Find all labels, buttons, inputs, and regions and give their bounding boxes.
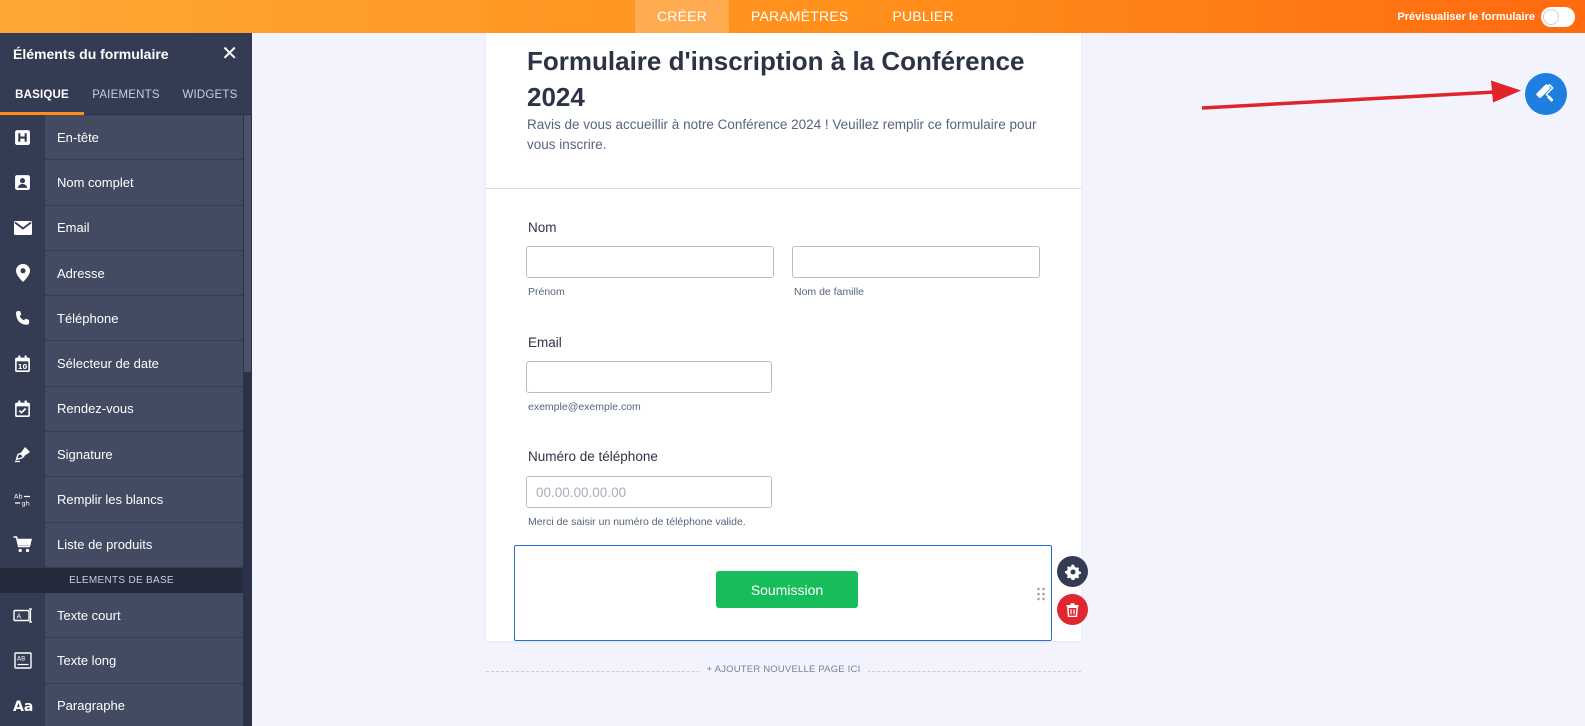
submit-block-selected[interactable]: Soumission [514,545,1052,641]
sidebar-item-label: Rendez-vous [57,401,134,417]
sidebar-item-label: Email [57,220,90,236]
close-icon[interactable]: ✕ [221,44,238,64]
sidebar-tabs: BASIQUE PAIEMENTS WIDGETS [0,75,252,115]
long-text-icon: AB [13,652,32,669]
last-name-field[interactable] [792,246,1040,278]
phone-icon [16,310,30,325]
sidebar-item-email[interactable]: Email [0,205,243,251]
sidebar-item-liste-de-produits[interactable]: Liste de produits [0,522,243,568]
envelope-icon [13,220,32,235]
short-text-icon: A [12,608,32,623]
preview-form-toggle[interactable] [1541,6,1575,27]
sidebar-item-label: Téléphone [57,310,119,326]
pen-nib-icon [14,447,30,463]
email-sublabel: exemple@exemple.com [528,401,641,413]
svg-text:Aa: Aa [13,699,33,713]
name-label: Nom [528,220,557,235]
svg-text:10: 10 [18,362,28,370]
trash-icon [1066,602,1079,617]
first-name-field[interactable] [526,246,774,278]
top-nav: CRÉER PARAMÈTRES PUBLIER [635,0,976,33]
sidebar-item-rendez-vous[interactable]: Rendez-vous [0,386,243,433]
sidebar-item-telephone[interactable]: Téléphone [0,296,243,342]
calendar-check-icon [15,400,30,417]
add-page-divider: + AJOUTER NOUVELLE PAGE ICI [486,664,1081,680]
sidebar-item-label: En-tête [57,129,99,145]
tab-paiements[interactable]: PAIEMENTS [84,75,168,114]
first-name-sublabel: Prénom [528,286,565,298]
sidebar-item-texte-court[interactable]: A Texte court [0,592,243,639]
top-bar: CRÉER PARAMÈTRES PUBLIER Prévisualiser l… [0,0,1585,33]
paragraph-icon: Aa [13,699,33,713]
field-settings-button[interactable] [1057,556,1088,587]
email-field[interactable] [526,361,772,393]
sidebar-item-label: Texte court [57,607,121,623]
cart-icon [13,536,32,553]
form-subtitle[interactable]: Ravis de vous accueillir à notre Confére… [527,115,1052,155]
sidebar-item-paragraphe[interactable]: Aa Paragraphe [0,683,243,726]
preview-form-label: Prévisualiser le formulaire [1397,10,1535,23]
phone-label: Numéro de téléphone [528,449,658,464]
svg-text:A: A [16,612,21,620]
drag-handle-icon[interactable] [1036,586,1046,602]
phone-field[interactable] [526,476,772,508]
tab-parametres[interactable]: PARAMÈTRES [729,0,870,33]
sidebar-item-remplir-les-blancs[interactable]: Ab gh Remplir les blancs [0,477,243,523]
annotation-arrow [1201,80,1521,110]
preview-form-control: Prévisualiser le formulaire [1397,0,1575,33]
sidebar-item-label: Texte long [57,652,117,668]
sidebar-item-selecteur-de-date[interactable]: 10 Sélecteur de date [0,341,243,387]
field-delete-button[interactable] [1057,594,1088,625]
fill-blanks-icon: Abgh [14,492,30,507]
form-header-divider [486,188,1081,189]
sidebar-item-label: Nom complet [57,174,134,190]
map-pin-icon [15,264,30,283]
tab-publier[interactable]: PUBLIER [870,0,975,33]
form-elements-sidebar: Éléments du formulaire ✕ BASIQUE PAIEMEN… [0,33,252,726]
sidebar-element-list: En-tête Nom complet Email Adresse Téléph… [0,115,243,726]
sidebar-item-texte-long[interactable]: AB Texte long [0,638,243,684]
sidebar-item-signature[interactable]: Signature [0,432,243,478]
tab-widgets[interactable]: WIDGETS [168,75,252,114]
scrollbar-thumb[interactable] [244,115,251,372]
form-designer-button[interactable] [1525,73,1567,115]
sidebar-scrollbar[interactable] [243,115,252,726]
sidebar-item-label: Paragraphe [57,698,125,714]
gear-icon [1064,563,1081,580]
sidebar-item-en-tete[interactable]: En-tête [0,115,243,161]
contact-card-icon [15,175,30,190]
sidebar-header: Éléments du formulaire ✕ [0,33,252,75]
sidebar-item-nom-complet[interactable]: Nom complet [0,160,243,206]
email-label: Email [528,335,562,350]
toggle-knob [1543,8,1559,25]
submit-button[interactable]: Soumission [716,571,858,608]
calendar-icon: 10 [15,355,30,372]
svg-text:gh: gh [21,499,29,507]
add-page-link[interactable]: + AJOUTER NOUVELLE PAGE ICI [698,664,869,675]
last-name-sublabel: Nom de famille [794,286,865,298]
form-title[interactable]: Formulaire d'inscription à la Conférence… [527,43,1047,115]
paint-roller-icon [1536,83,1554,102]
sidebar-item-label: Remplir les blancs [57,492,164,508]
sidebar-item-label: Signature [57,446,113,462]
svg-text:AB: AB [17,655,25,662]
sidebar-item-label: Sélecteur de date [57,356,159,372]
sidebar-item-adresse[interactable]: Adresse [0,250,243,297]
tab-creer[interactable]: CRÉER [635,0,730,33]
sidebar-title: Éléments du formulaire [13,46,169,62]
sidebar-item-label: Adresse [57,265,105,281]
section-elements-de-base: ELEMENTS DE BASE [0,567,243,593]
tab-basique[interactable]: BASIQUE [0,75,84,115]
phone-sublabel: Merci de saisir un numéro de téléphone v… [528,516,746,528]
sidebar-item-label: Liste de produits [57,537,153,553]
heading-icon [15,129,30,145]
